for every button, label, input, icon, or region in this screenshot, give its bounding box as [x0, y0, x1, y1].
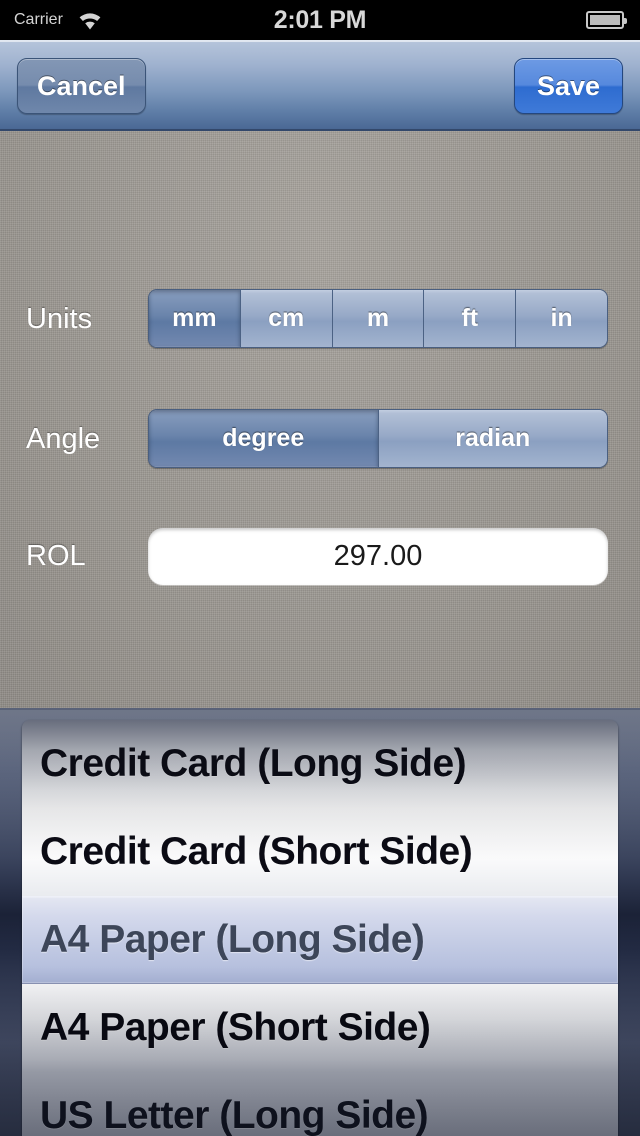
battery-full-icon	[586, 11, 627, 29]
picker-rows[interactable]: Credit Card (Long Side) Credit Card (Sho…	[22, 720, 618, 1136]
navigation-bar: Cancel Save	[0, 40, 640, 131]
rol-label: ROL	[26, 540, 86, 572]
angle-label: Angle	[26, 423, 101, 455]
units-segment-in[interactable]: in	[516, 290, 607, 347]
picker-row-credit-card-long[interactable]: Credit Card (Long Side)	[22, 720, 618, 808]
units-segment-mm[interactable]: mm	[149, 290, 241, 347]
units-segment-m[interactable]: m	[332, 290, 425, 347]
status-bar-clock: 2:01 PM	[273, 6, 367, 34]
app-screen: Carrier 2:01 PM Cancel Save Units mm cm …	[0, 0, 640, 1136]
reference-length-picker[interactable]: Credit Card (Long Side) Credit Card (Sho…	[0, 708, 640, 1136]
picker-row-a4-short[interactable]: A4 Paper (Short Side)	[22, 984, 618, 1072]
cancel-button[interactable]: Cancel	[17, 58, 146, 114]
picker-row-credit-card-short[interactable]: Credit Card (Short Side)	[22, 808, 618, 896]
units-segment-ft[interactable]: ft	[424, 290, 517, 347]
rol-input[interactable]	[148, 528, 608, 585]
picker-row-a4-long[interactable]: A4 Paper (Long Side)	[22, 896, 618, 984]
units-segmented-control[interactable]: mm cm m ft in	[148, 289, 608, 348]
settings-form: Units mm cm m ft in Angle degree radian …	[0, 131, 640, 830]
angle-segmented-control[interactable]: degree radian	[148, 409, 608, 468]
units-label: Units	[26, 303, 93, 335]
picker-row-us-letter-long[interactable]: US Letter (Long Side)	[22, 1072, 618, 1136]
status-bar: Carrier 2:01 PM	[0, 0, 640, 40]
angle-segment-radian[interactable]: radian	[378, 410, 607, 467]
save-button[interactable]: Save	[513, 58, 623, 114]
units-segment-cm[interactable]: cm	[240, 290, 333, 347]
angle-segment-degree[interactable]: degree	[149, 410, 379, 467]
